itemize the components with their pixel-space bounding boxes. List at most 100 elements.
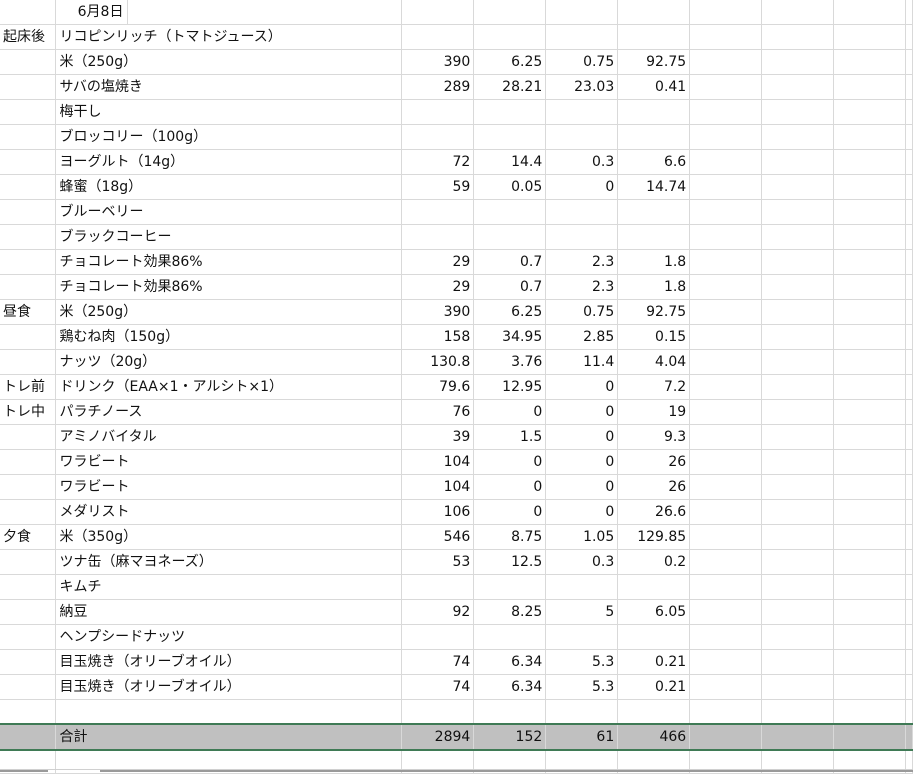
cell[interactable] bbox=[689, 324, 763, 350]
carb-cell[interactable] bbox=[617, 24, 691, 50]
cell[interactable] bbox=[689, 49, 763, 75]
protein-cell[interactable]: 8.75 bbox=[473, 524, 547, 550]
cell[interactable] bbox=[833, 49, 906, 75]
cell[interactable] bbox=[761, 649, 835, 675]
meal-cell[interactable] bbox=[0, 674, 57, 700]
protein-cell[interactable] bbox=[473, 574, 547, 600]
carb-cell[interactable]: 26 bbox=[617, 474, 691, 500]
cell[interactable] bbox=[689, 674, 763, 700]
cell[interactable] bbox=[905, 324, 913, 350]
date-cell[interactable]: 6月8日 bbox=[55, 0, 129, 25]
item-cell[interactable]: チョコレート効果86% bbox=[55, 274, 403, 300]
carb-cell[interactable]: 0.41 bbox=[617, 74, 691, 100]
carb-cell[interactable]: 9.3 bbox=[617, 424, 691, 450]
cell[interactable] bbox=[761, 699, 835, 724]
cell[interactable] bbox=[905, 624, 913, 650]
protein-cell[interactable]: 0.7 bbox=[473, 249, 547, 275]
carb-cell[interactable] bbox=[617, 224, 691, 250]
kcal-cell[interactable] bbox=[401, 199, 475, 225]
cell[interactable] bbox=[761, 424, 835, 450]
kcal-cell[interactable]: 158 bbox=[401, 324, 475, 350]
item-cell[interactable]: 米（250g） bbox=[55, 299, 403, 325]
item-cell[interactable]: ブロッコリー（100g） bbox=[55, 124, 403, 150]
cell[interactable] bbox=[545, 699, 619, 724]
cell[interactable] bbox=[833, 149, 906, 175]
item-cell[interactable]: ヘンプシードナッツ bbox=[55, 624, 403, 650]
cell[interactable] bbox=[689, 274, 763, 300]
cell[interactable] bbox=[905, 74, 913, 100]
cell[interactable] bbox=[689, 24, 763, 50]
kcal-cell[interactable]: 29 bbox=[401, 249, 475, 275]
cell[interactable] bbox=[689, 99, 763, 125]
cell[interactable] bbox=[833, 449, 906, 475]
kcal-cell[interactable]: 104 bbox=[401, 449, 475, 475]
carb-cell[interactable] bbox=[617, 624, 691, 650]
meal-cell[interactable] bbox=[0, 474, 57, 500]
carb-cell[interactable]: 6.05 bbox=[617, 599, 691, 625]
cell[interactable] bbox=[833, 574, 906, 600]
fat-cell[interactable] bbox=[545, 574, 619, 600]
carb-cell[interactable]: 26 bbox=[617, 449, 691, 475]
item-cell[interactable]: ドリンク（EAA×1・アルシト×1） bbox=[55, 374, 403, 400]
meal-cell[interactable] bbox=[0, 49, 57, 75]
cell[interactable] bbox=[833, 474, 906, 500]
meal-cell[interactable] bbox=[0, 249, 57, 275]
meal-cell[interactable] bbox=[0, 174, 57, 200]
cell[interactable] bbox=[905, 474, 913, 500]
cell[interactable] bbox=[833, 249, 906, 275]
cell[interactable] bbox=[761, 399, 835, 425]
cell[interactable] bbox=[689, 524, 763, 550]
meal-cell[interactable] bbox=[0, 99, 57, 125]
kcal-cell[interactable]: 79.6 bbox=[401, 374, 475, 400]
carb-cell[interactable] bbox=[617, 574, 691, 600]
fat-cell[interactable]: 5 bbox=[545, 599, 619, 625]
protein-cell[interactable]: 12.95 bbox=[473, 374, 547, 400]
fat-cell[interactable] bbox=[545, 199, 619, 225]
meal-cell[interactable] bbox=[0, 649, 57, 675]
protein-cell[interactable] bbox=[473, 99, 547, 125]
carb-cell[interactable]: 92.75 bbox=[617, 49, 691, 75]
item-cell[interactable]: 米（250g） bbox=[55, 49, 403, 75]
kcal-cell[interactable]: 390 bbox=[401, 49, 475, 75]
carb-cell[interactable]: 7.2 bbox=[617, 374, 691, 400]
cell[interactable] bbox=[833, 349, 906, 375]
protein-cell[interactable]: 12.5 bbox=[473, 549, 547, 575]
fat-cell[interactable]: 0 bbox=[545, 449, 619, 475]
meal-cell[interactable] bbox=[0, 324, 57, 350]
cell[interactable] bbox=[0, 0, 57, 25]
cell[interactable] bbox=[833, 699, 906, 724]
carb-cell[interactable] bbox=[617, 124, 691, 150]
cell[interactable] bbox=[689, 199, 763, 225]
cell[interactable] bbox=[905, 374, 913, 400]
cell[interactable] bbox=[689, 124, 763, 150]
total-label[interactable]: 合計 bbox=[55, 722, 403, 751]
item-cell[interactable]: ブラックコーヒー bbox=[55, 224, 403, 250]
fat-cell[interactable]: 5.3 bbox=[545, 674, 619, 700]
meal-cell[interactable]: 昼食 bbox=[0, 299, 57, 325]
carb-cell[interactable] bbox=[617, 99, 691, 125]
cell[interactable] bbox=[689, 549, 763, 575]
item-cell[interactable]: ブルーベリー bbox=[55, 199, 403, 225]
cell[interactable] bbox=[833, 624, 906, 650]
fat-cell[interactable]: 0.3 bbox=[545, 149, 619, 175]
cell[interactable] bbox=[689, 722, 763, 751]
cell[interactable] bbox=[545, 0, 619, 25]
total-carb-cell[interactable]: 466 bbox=[617, 722, 691, 751]
cell[interactable] bbox=[689, 599, 763, 625]
cell[interactable] bbox=[833, 199, 906, 225]
carb-cell[interactable]: 0.2 bbox=[617, 549, 691, 575]
cell[interactable] bbox=[761, 24, 835, 50]
cell[interactable] bbox=[833, 649, 906, 675]
cell[interactable] bbox=[761, 274, 835, 300]
cell[interactable] bbox=[833, 374, 906, 400]
kcal-cell[interactable] bbox=[401, 624, 475, 650]
cell[interactable] bbox=[905, 249, 913, 275]
kcal-cell[interactable]: 74 bbox=[401, 649, 475, 675]
cell[interactable] bbox=[905, 449, 913, 475]
cell[interactable] bbox=[905, 499, 913, 525]
protein-cell[interactable]: 0 bbox=[473, 474, 547, 500]
cell[interactable] bbox=[905, 199, 913, 225]
protein-cell[interactable]: 0 bbox=[473, 399, 547, 425]
meal-cell[interactable] bbox=[0, 149, 57, 175]
cell[interactable] bbox=[905, 0, 913, 25]
